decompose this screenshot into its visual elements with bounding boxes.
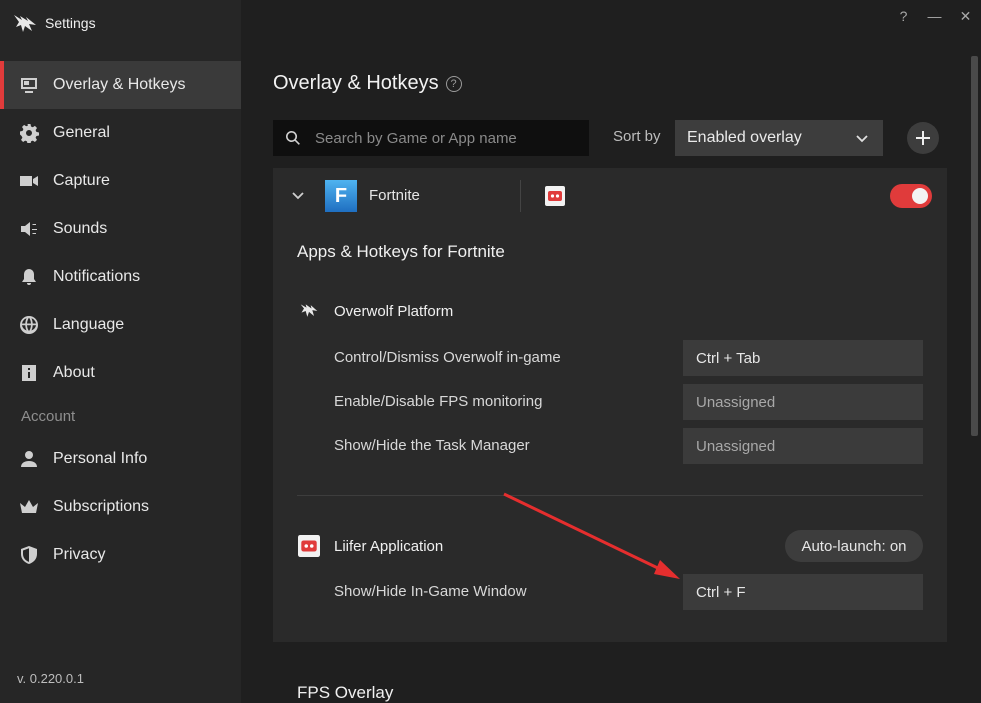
- hotkey-label: Enable/Disable FPS monitoring: [334, 393, 543, 410]
- hotkey-row: Show/Hide In-Game Window Ctrl + F: [334, 574, 924, 610]
- sidebar-item-label: Sounds: [53, 220, 108, 237]
- sidebar-item-notifications[interactable]: Notifications: [0, 253, 241, 301]
- sidebar-item-sounds[interactable]: Sounds: [0, 205, 241, 253]
- hotkey-row: Control/Dismiss Overwolf in-game Ctrl + …: [334, 340, 924, 376]
- group-name: Liifer Application: [334, 537, 444, 555]
- sidebar-item-about[interactable]: About: [0, 349, 241, 397]
- group-name: Overwolf Platform: [334, 302, 454, 320]
- sidebar-item-label: Capture: [53, 172, 110, 189]
- fps-overlay-heading: FPS Overlay: [297, 683, 394, 702]
- sidebar-item-language[interactable]: Language: [0, 301, 241, 349]
- liifer-app-icon: [545, 186, 565, 206]
- plus-icon: [916, 131, 930, 145]
- overwolf-logo-icon: [14, 15, 36, 32]
- person-icon: [18, 448, 40, 470]
- sidebar-item-label: Personal Info: [53, 450, 148, 467]
- info-icon: [18, 362, 40, 384]
- hotkey-label: Show/Hide the Task Manager: [334, 437, 530, 454]
- sort-selected-value: Enabled overlay: [687, 129, 802, 146]
- sort-label: Sort by: [613, 128, 661, 145]
- overlay-icon: [18, 74, 40, 96]
- help-icon[interactable]: ?: [445, 75, 462, 92]
- chevron-down-icon: [856, 135, 868, 143]
- overlay-toggle[interactable]: [890, 184, 932, 208]
- bell-icon: [18, 266, 40, 288]
- hotkey-label: Control/Dismiss Overwolf in-game: [334, 349, 561, 366]
- sidebar-nav: Overlay & Hotkeys General Capture Sounds…: [0, 61, 241, 579]
- sidebar-item-overlay-hotkeys[interactable]: Overlay & Hotkeys: [0, 61, 241, 109]
- search-input[interactable]: [315, 129, 585, 147]
- auto-launch-button[interactable]: Auto-launch: on: [785, 530, 923, 562]
- chevron-down-icon[interactable]: [291, 188, 305, 202]
- camera-icon: [18, 170, 40, 192]
- sidebar-item-subscriptions[interactable]: Subscriptions: [0, 483, 241, 531]
- sidebar-item-label: Subscriptions: [53, 498, 150, 515]
- speaker-icon: [18, 218, 40, 240]
- sidebar-item-privacy[interactable]: Privacy: [0, 531, 241, 579]
- game-panel: F Fortnite Apps & Hotkeys for Fortnite O…: [273, 168, 947, 642]
- sort-dropdown[interactable]: Enabled overlay: [675, 120, 883, 156]
- game-name: Fortnite: [369, 187, 420, 204]
- sidebar-item-capture[interactable]: Capture: [0, 157, 241, 205]
- hotkey-field[interactable]: Unassigned: [683, 384, 923, 420]
- overwolf-icon: [297, 299, 321, 323]
- add-game-button[interactable]: [907, 122, 939, 154]
- sidebar-item-general[interactable]: General: [0, 109, 241, 157]
- fortnite-logo-icon: F: [325, 180, 357, 212]
- window-title: Settings: [45, 15, 96, 31]
- shield-icon: [18, 544, 40, 566]
- gear-icon: [18, 122, 40, 144]
- app-version: v. 0.220.0.1: [17, 671, 84, 686]
- sidebar-item-label: Notifications: [53, 268, 141, 285]
- header-divider: [520, 180, 521, 212]
- game-panel-header[interactable]: F Fortnite: [273, 168, 947, 224]
- page-title: Overlay & Hotkeys ?: [273, 72, 462, 95]
- group-overwolf-platform: Overwolf Platform: [297, 299, 453, 323]
- hotkey-row: Enable/Disable FPS monitoring Unassigned: [334, 384, 924, 420]
- sidebar-item-label: Language: [53, 316, 125, 333]
- hotkey-row: Show/Hide the Task Manager Unassigned: [334, 428, 924, 464]
- search-icon: [286, 131, 300, 145]
- sidebar-item-label: Privacy: [53, 546, 106, 563]
- group-divider: [297, 495, 923, 496]
- main-content: Overlay & Hotkeys ? Sort by Enabled over…: [241, 0, 981, 703]
- scrollbar-thumb[interactable]: [971, 56, 978, 436]
- globe-icon: [18, 314, 40, 336]
- page-title-text: Overlay & Hotkeys: [273, 72, 439, 94]
- hotkey-field[interactable]: Ctrl + F: [683, 574, 923, 610]
- account-heading: Account: [21, 407, 76, 425]
- hotkey-field[interactable]: Unassigned: [683, 428, 923, 464]
- sidebar-item-label: Overlay & Hotkeys: [53, 76, 186, 93]
- search-box: [273, 120, 589, 156]
- crown-icon: [18, 496, 40, 518]
- sidebar-item-label: General: [53, 124, 110, 141]
- section-title: Apps & Hotkeys for Fortnite: [297, 242, 505, 261]
- hotkey-field[interactable]: Ctrl + Tab: [683, 340, 923, 376]
- sidebar: Settings Overlay & Hotkeys General Captu…: [0, 0, 241, 703]
- liifer-app-icon: [297, 534, 321, 558]
- sidebar-item-personal-info[interactable]: Personal Info: [0, 435, 241, 483]
- hotkey-label: Show/Hide In-Game Window: [334, 583, 527, 600]
- sidebar-item-label: About: [53, 364, 95, 381]
- group-liifer-application: Liifer Application: [297, 534, 443, 558]
- app-title: Settings: [12, 12, 96, 34]
